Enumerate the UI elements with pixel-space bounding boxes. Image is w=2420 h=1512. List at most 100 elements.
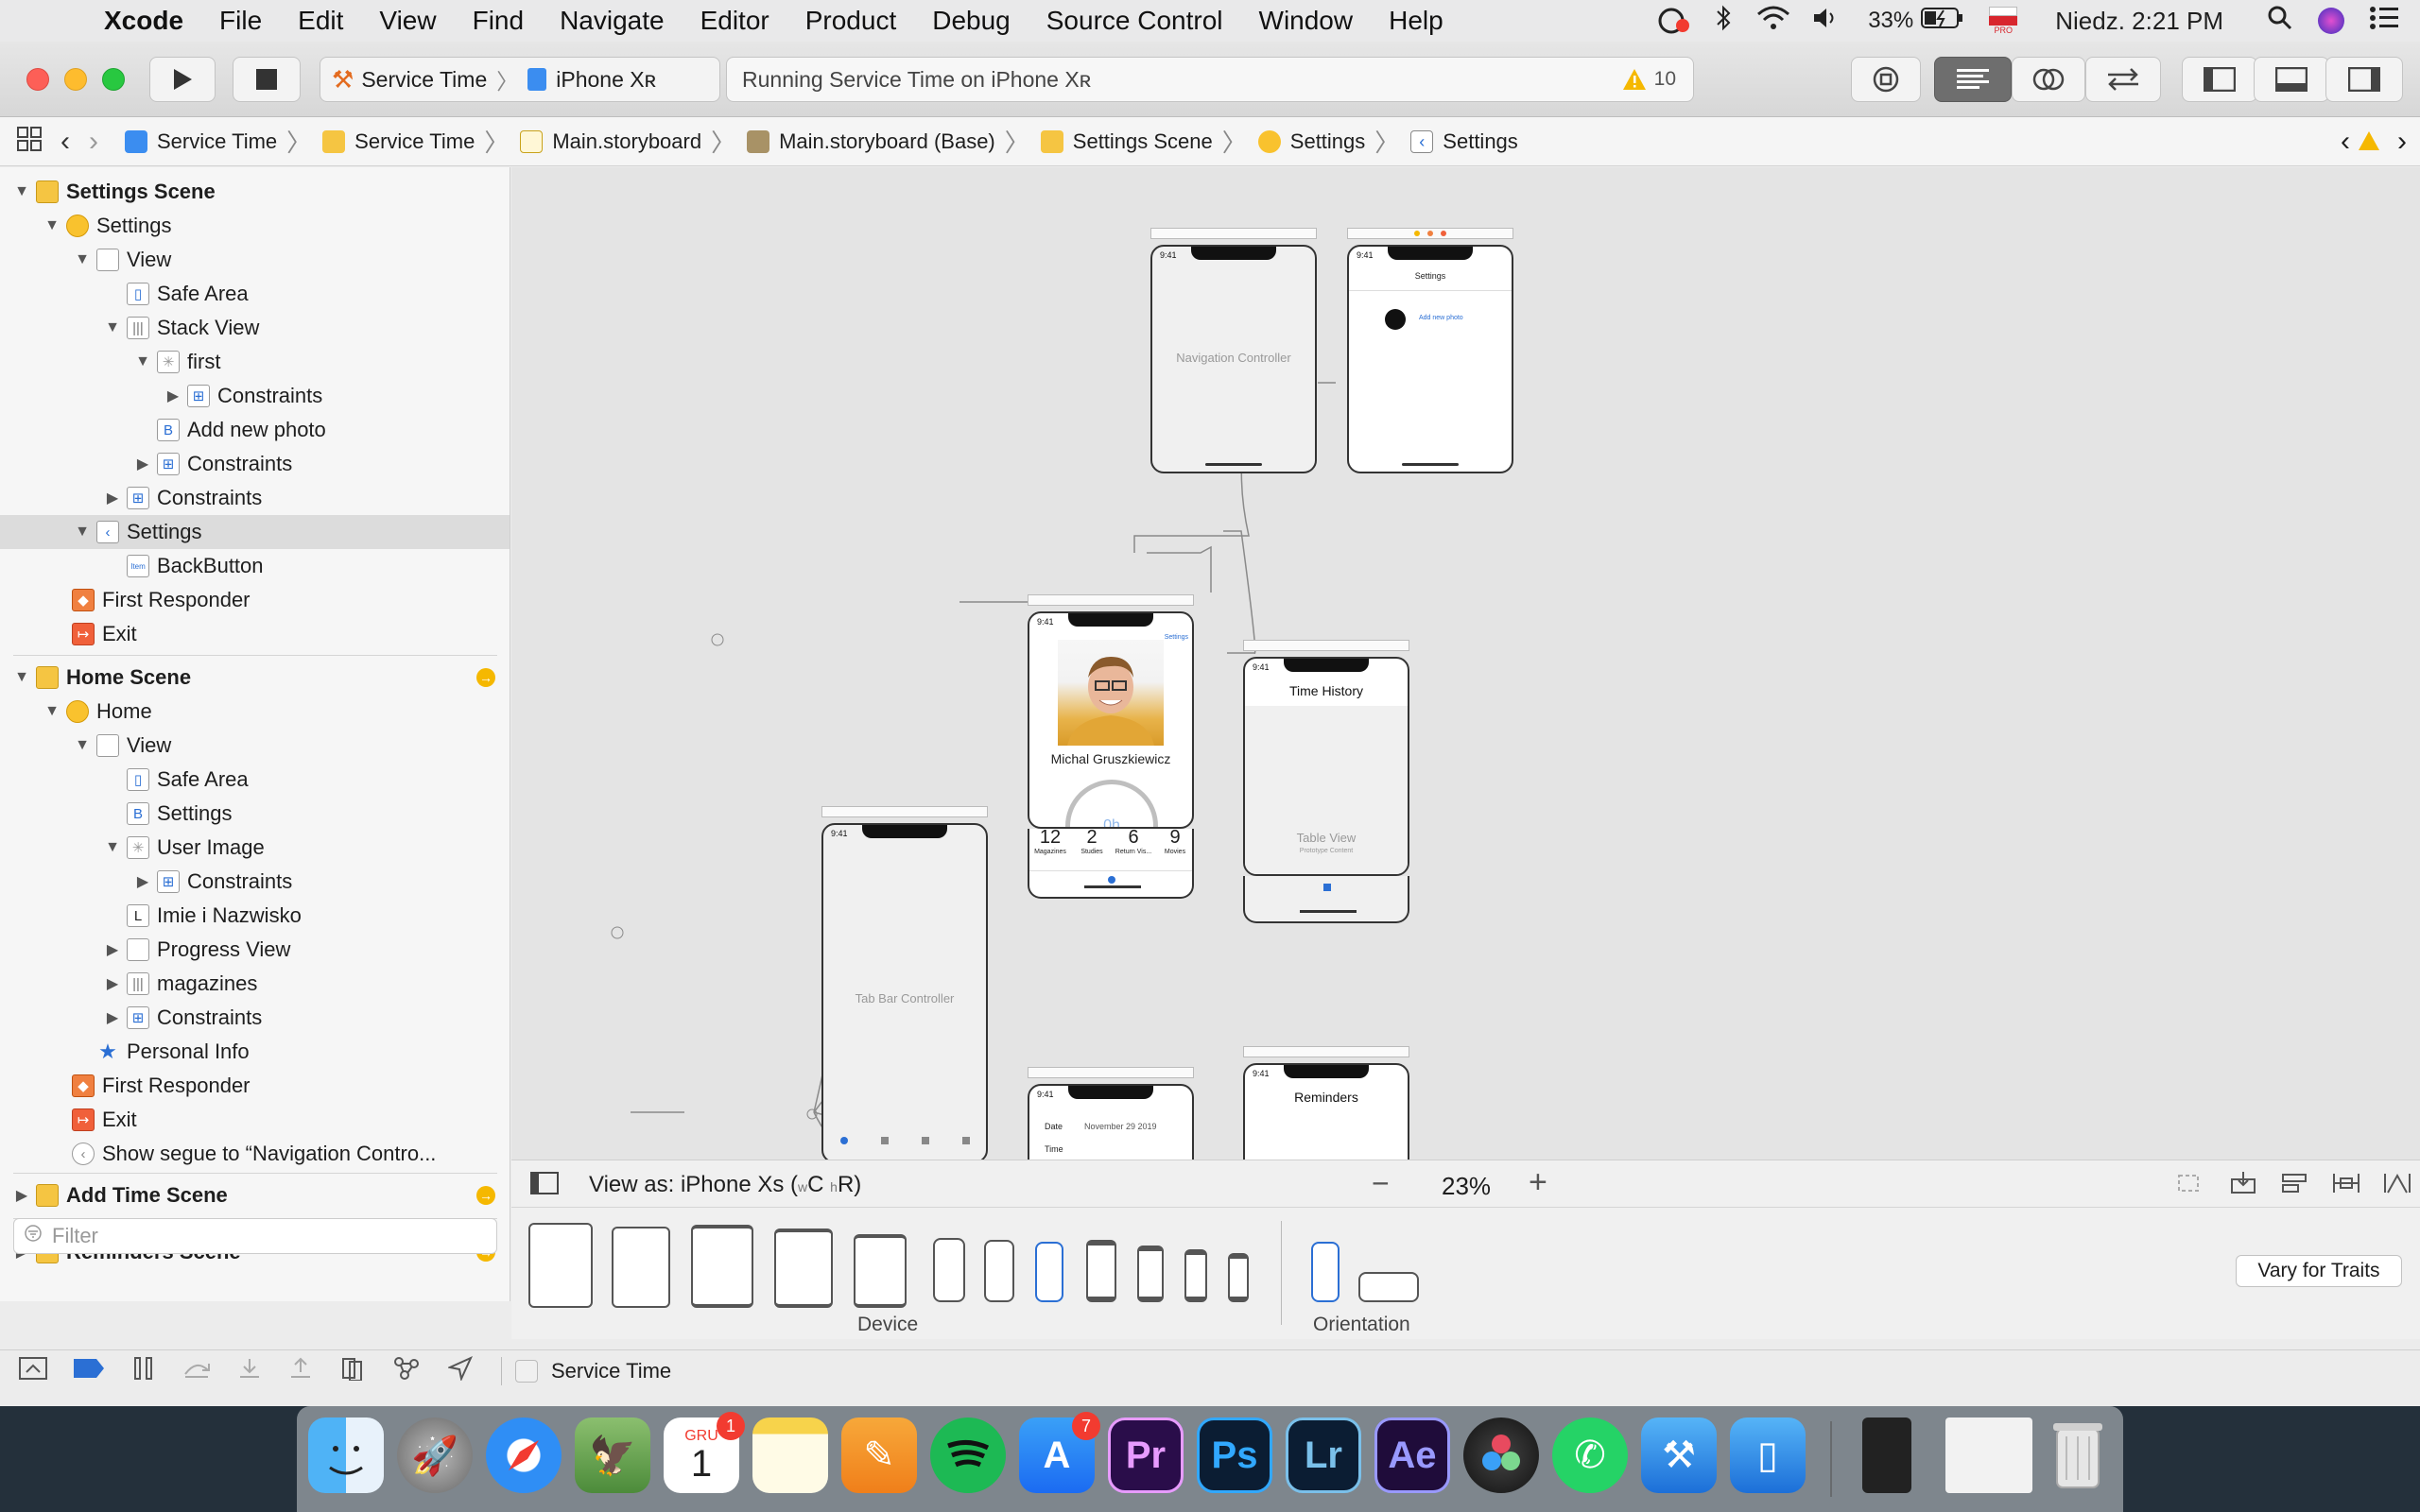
dock-xcode-icon[interactable]: ⚒ <box>1641 1418 1717 1493</box>
location-icon[interactable] <box>446 1355 474 1386</box>
toggle-outline-icon[interactable] <box>530 1172 559 1201</box>
issue-warning-icon[interactable] <box>2358 130 2380 157</box>
hide-debug-icon[interactable] <box>19 1356 47 1385</box>
disclosure-triangle-icon[interactable]: ▼ <box>43 217 60 234</box>
settings-add-photo-button[interactable]: Add new photo <box>1419 315 1463 321</box>
add-time-header[interactable] <box>1028 1067 1194 1078</box>
outline-row-home-first-responder[interactable]: ◆ First Responder <box>0 1069 510 1103</box>
align-icon[interactable] <box>2281 1172 2308 1201</box>
dock-premiere-icon[interactable]: Pr <box>1108 1418 1184 1493</box>
home-scene[interactable]: 9:41 Settings Michal Gruszkiewicz 0h <box>1028 611 1194 829</box>
outline-row-home-settings-button[interactable]: B Settings <box>0 797 510 831</box>
outline-row-constraints-first[interactable]: ▶ ⊞ Constraints <box>0 379 510 413</box>
home-scene-header[interactable] <box>1028 594 1194 606</box>
disclosure-triangle-icon[interactable]: ▶ <box>164 387 182 405</box>
device-ipad-air[interactable] <box>774 1228 833 1308</box>
outline-row-user-image[interactable]: ▼ ✳ User Image <box>0 831 510 865</box>
zoom-window-button[interactable] <box>102 68 125 91</box>
dock-notes-icon[interactable] <box>752 1418 828 1493</box>
device-ipad-mini[interactable] <box>854 1234 907 1308</box>
debug-view-hierarchy-icon[interactable] <box>340 1356 365 1386</box>
crumb-storyboard-base[interactable]: Main.storyboard (Base) <box>747 129 995 154</box>
embed-icon[interactable] <box>2175 1172 2202 1201</box>
spotlight-icon[interactable] <box>2267 5 2293 38</box>
dock-safari-icon[interactable] <box>486 1418 562 1493</box>
outline-row-home-scene[interactable]: ▼ Home Scene → <box>0 661 510 695</box>
outline-row-safe-area[interactable]: ▯ Safe Area <box>0 277 510 311</box>
dock-preview-icon[interactable]: 🦅 <box>575 1418 650 1493</box>
menu-find[interactable]: Find <box>473 6 524 36</box>
toggle-debug-area-button[interactable] <box>2254 57 2329 102</box>
device-ipad-pro-11[interactable] <box>612 1227 670 1308</box>
warning-count-badge[interactable]: 10 <box>1622 68 1676 91</box>
home-settings-link[interactable]: Settings <box>1165 634 1188 641</box>
clock[interactable]: Niedz. 2:21 PM <box>2055 7 2223 36</box>
outline-row-constraints-user-image[interactable]: ▶ ⊞ Constraints <box>0 865 510 899</box>
volume-icon[interactable] <box>1811 5 1840 38</box>
outline-row-imie-nazwisko[interactable]: L Imie i Nazwisko <box>0 899 510 933</box>
crumb-view-controller[interactable]: Settings <box>1257 129 1365 154</box>
debug-target-name[interactable]: Service Time <box>551 1359 671 1383</box>
menu-edit[interactable]: Edit <box>298 6 343 36</box>
device-iphone-11-pro-max[interactable] <box>933 1238 965 1302</box>
zoom-out-button[interactable]: − <box>1372 1166 1390 1201</box>
close-window-button[interactable] <box>26 68 49 91</box>
disclosure-triangle-icon[interactable]: ▼ <box>13 183 30 200</box>
dock-finder-icon[interactable] <box>308 1418 384 1493</box>
device-iphone-11[interactable] <box>984 1240 1014 1302</box>
step-over-icon[interactable] <box>183 1357 210 1385</box>
crumb-storyboard[interactable]: Main.storyboard <box>520 129 701 154</box>
disclosure-triangle-icon[interactable]: ▼ <box>74 251 91 268</box>
settings-scene-header[interactable] <box>1347 228 1513 239</box>
zoom-in-button[interactable]: + <box>1529 1164 1547 1201</box>
creative-cloud-icon[interactable] <box>1654 7 1692 35</box>
outline-row-home-exit[interactable]: ↦ Exit <box>0 1103 510 1137</box>
outline-row-home-safe-area[interactable]: ▯ Safe Area <box>0 763 510 797</box>
menu-editor[interactable]: Editor <box>700 6 769 36</box>
disclosure-triangle-icon[interactable]: ▼ <box>74 737 91 754</box>
device-iphone-se[interactable] <box>1184 1249 1207 1302</box>
disclosure-triangle-icon[interactable]: ▶ <box>134 455 151 473</box>
dock-lightroom-icon[interactable]: Lr <box>1286 1418 1361 1493</box>
dock-trash-icon[interactable] <box>2040 1418 2116 1493</box>
assistant-editor-button[interactable] <box>2012 57 2085 102</box>
menu-help[interactable]: Help <box>1389 6 1443 36</box>
menu-window[interactable]: Window <box>1259 6 1354 36</box>
view-as-label[interactable]: View as: iPhone Xs (wC hR) <box>589 1172 861 1198</box>
dock-launchpad-icon[interactable]: 🚀 <box>397 1418 473 1493</box>
siri-icon[interactable] <box>2318 8 2344 34</box>
disclosure-triangle-icon[interactable]: ▼ <box>74 524 91 541</box>
resolve-issues-icon[interactable] <box>2383 1172 2411 1201</box>
related-items-icon[interactable] <box>17 126 42 157</box>
standard-editor-button[interactable] <box>1934 57 2012 102</box>
storyboard-canvas[interactable]: 9:41 Navigation Controller 9:41 Settings… <box>511 167 2420 1160</box>
crumb-nav-item[interactable]: ‹ Settings <box>1410 129 1518 154</box>
breakpoints-icon[interactable] <box>74 1358 104 1383</box>
outline-row-first[interactable]: ▼ ✳ first <box>0 345 510 379</box>
crumb-project[interactable]: Service Time <box>125 129 277 154</box>
forward-chevron-icon[interactable]: › <box>89 126 98 158</box>
menu-view[interactable]: View <box>379 6 436 36</box>
dock-whatsapp-icon[interactable]: ✆ <box>1552 1418 1628 1493</box>
outline-row-constraints-stack[interactable]: ▶ ⊞ Constraints <box>0 447 510 481</box>
outline-row-stack-view[interactable]: ▼ ||| Stack View <box>0 311 510 345</box>
update-frames-icon[interactable] <box>2230 1172 2256 1201</box>
outline-row-personal-info[interactable]: ★ Personal Info <box>0 1035 510 1069</box>
device-iphone-8[interactable] <box>1137 1246 1164 1302</box>
device-iphone-xs-selected[interactable] <box>1035 1242 1063 1302</box>
disclosure-triangle-icon[interactable]: ▶ <box>104 940 121 959</box>
add-time-date-picker[interactable]: November 29 2019 <box>1084 1122 1157 1131</box>
dock-davinci-icon[interactable] <box>1463 1418 1539 1493</box>
outline-row-add-new-photo[interactable]: B Add new photo <box>0 413 510 447</box>
version-editor-button[interactable] <box>2085 57 2161 102</box>
outline-row-constraints-home[interactable]: ▶ ⊞ Constraints <box>0 1001 510 1035</box>
time-history-scene[interactable]: 9:41 Time History Table View Prototype C… <box>1243 657 1409 876</box>
step-out-icon[interactable] <box>289 1357 312 1385</box>
settings-scene[interactable]: 9:41 Settings Add new photo <box>1347 245 1513 473</box>
dock-simulator-icon[interactable]: ▯ <box>1730 1418 1806 1493</box>
tabbar-controller-header[interactable] <box>821 806 988 817</box>
device-iphone-8-plus[interactable] <box>1086 1240 1116 1302</box>
outline-row-add-time-scene[interactable]: ▶ Add Time Scene → <box>0 1178 510 1212</box>
dock-minimized-window-1[interactable] <box>1862 1418 1911 1493</box>
time-history-header[interactable] <box>1243 640 1409 651</box>
